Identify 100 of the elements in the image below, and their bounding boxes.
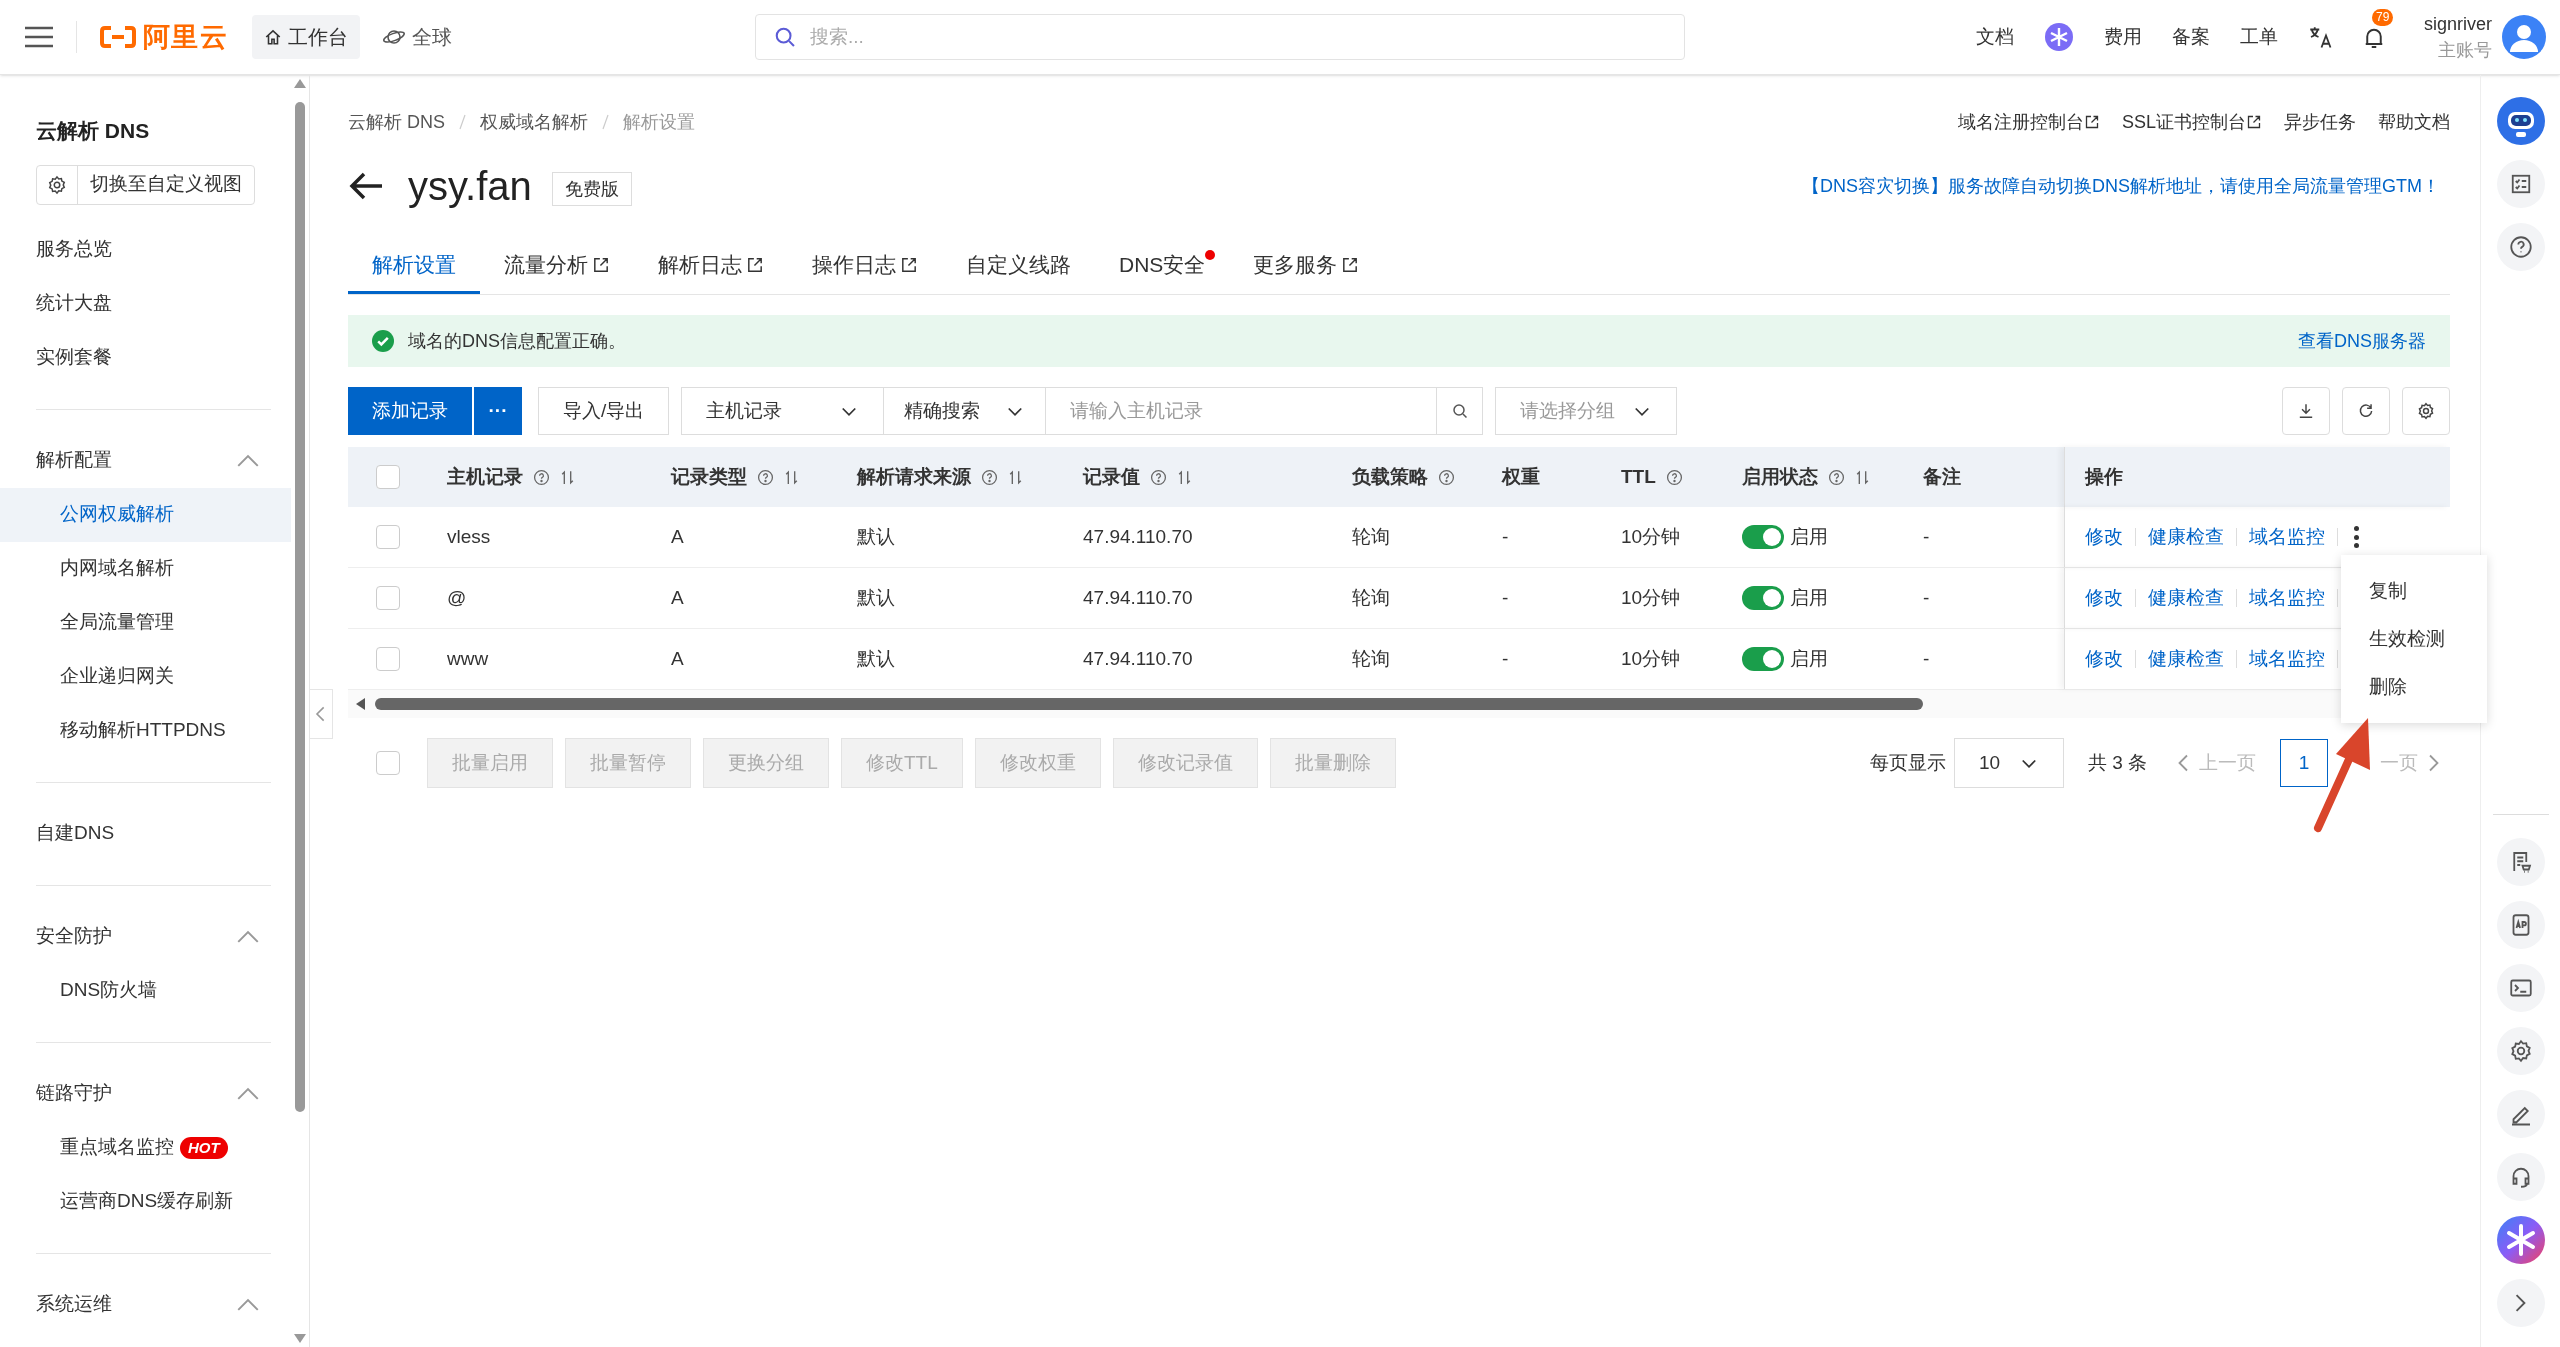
nav-button[interactable]: 全球: [370, 15, 465, 59]
help-icon: [981, 468, 998, 486]
toggle-switch[interactable]: [1742, 525, 1784, 549]
toggle-switch[interactable]: [1742, 647, 1784, 671]
search-input[interactable]: 搜索...: [810, 22, 1666, 52]
topbar-link[interactable]: 文档: [1975, 22, 2014, 52]
page-button[interactable]: 1: [2280, 739, 2328, 787]
tab[interactable]: 自定义线路: [942, 238, 1095, 294]
refresh-button[interactable]: [2342, 387, 2390, 435]
download-icon: [2297, 402, 2315, 420]
sidebar-group-header[interactable]: 链路守护: [0, 1066, 291, 1121]
row-action-link[interactable]: 修改: [2085, 522, 2123, 552]
nav-button[interactable]: 工作台: [252, 15, 361, 59]
sidebar-group-header[interactable]: 解析配置: [0, 433, 291, 488]
sidebar-group-header[interactable]: 安全防护: [0, 909, 291, 964]
checkbox[interactable]: [375, 647, 400, 671]
per-page-label: 每页显示: [1869, 750, 1946, 775]
topbar-link[interactable]: 费用: [2103, 22, 2142, 52]
topbar-link[interactable]: 备案: [2171, 22, 2210, 52]
sparkle-app-icon[interactable]: [2496, 1216, 2545, 1264]
row-action-link[interactable]: 修改: [2085, 583, 2123, 613]
menu-item[interactable]: 生效检测: [2341, 615, 2487, 663]
add-record-button[interactable]: 添加记录: [348, 387, 472, 435]
notice-link[interactable]: 【DNS容灾切换】服务故障自动切换DNS解析地址，请使用全局流量管理GTM！: [1802, 172, 2450, 200]
app-button[interactable]: [2496, 901, 2545, 949]
sidebar-group-header[interactable]: 系统运维: [0, 1277, 291, 1332]
row-action-link[interactable]: 修改: [2085, 644, 2123, 674]
sparkle-icon[interactable]: [2043, 22, 2074, 52]
breadcrumb-link[interactable]: 云解析 DNS: [348, 108, 445, 136]
row-action-link[interactable]: 域名监控: [2249, 644, 2325, 674]
toggle-switch[interactable]: [1742, 586, 1784, 610]
checkbox[interactable]: [375, 586, 400, 610]
row-action-link[interactable]: 健康检查: [2148, 644, 2224, 674]
logo-icon[interactable]: [99, 25, 137, 49]
sidebar-item[interactable]: 企业递归网关: [0, 649, 291, 704]
edit-button[interactable]: [2496, 1090, 2545, 1138]
sort-icon[interactable]: [560, 468, 575, 486]
more-button[interactable]: ···: [474, 387, 522, 435]
chevron-left-icon: [315, 706, 327, 722]
sidebar-item[interactable]: 移动解析HTTPDNS: [0, 703, 291, 758]
robot-assistant-icon[interactable]: [2496, 97, 2545, 145]
support-button[interactable]: [2496, 1153, 2545, 1201]
header-link[interactable]: 帮助文档: [2378, 108, 2450, 136]
tab[interactable]: 操作日志: [788, 238, 942, 294]
row-action-link[interactable]: 健康检查: [2148, 522, 2224, 552]
table-cell-text: 47.94.110.70: [1083, 524, 1193, 549]
username[interactable]: signriver: [2423, 11, 2492, 37]
terminal-button[interactable]: [2496, 964, 2545, 1012]
sidebar-item[interactable]: 公网权威解析: [0, 487, 291, 542]
tab[interactable]: 解析日志: [634, 238, 788, 294]
sort-icon[interactable]: [784, 468, 799, 486]
translate-icon[interactable]: [2307, 25, 2332, 49]
help-button[interactable]: [2496, 223, 2545, 271]
row-action-link[interactable]: 域名监控: [2249, 522, 2325, 552]
tab[interactable]: 解析设置: [348, 238, 480, 294]
per-page-select[interactable]: 10: [1953, 738, 2064, 788]
import-export-button[interactable]: 导入/导出: [538, 387, 670, 435]
checklist-button[interactable]: [2496, 160, 2545, 208]
table-cell-text: 默认: [857, 585, 895, 610]
checkbox[interactable]: [375, 525, 400, 549]
topbar-link[interactable]: 工单: [2239, 22, 2278, 52]
cart-button[interactable]: [2496, 838, 2545, 886]
sidebar-item[interactable]: 重点域名监控 HOT: [0, 1120, 291, 1175]
header-link[interactable]: 域名注册控制台: [1957, 108, 2100, 136]
row-action-link[interactable]: 健康检查: [2148, 583, 2224, 613]
header-link[interactable]: SSL证书控制台: [2121, 108, 2262, 136]
breadcrumb-link[interactable]: 权威域名解析: [480, 108, 588, 136]
table-cell-text: www: [447, 646, 489, 671]
sort-icon[interactable]: [1177, 468, 1192, 486]
sidebar-item[interactable]: 实例套餐: [0, 330, 291, 385]
settings-icon: [2417, 402, 2435, 420]
custom-view-button[interactable]: 切换至自定义视图: [36, 164, 255, 205]
avatar-icon[interactable]: [2502, 15, 2546, 59]
sort-icon[interactable]: [1855, 468, 1870, 486]
checkbox[interactable]: [375, 751, 400, 775]
tab[interactable]: 流量分析: [480, 238, 634, 294]
header-link[interactable]: 异步任务: [2284, 108, 2356, 136]
sidebar-item[interactable]: 运营商DNS缓存刷新: [0, 1174, 291, 1229]
sort-icon[interactable]: [1008, 468, 1023, 486]
table-settings-button[interactable]: [2402, 387, 2450, 435]
alert-link[interactable]: 查看DNS服务器: [2298, 327, 2426, 355]
menu-item[interactable]: 删除: [2341, 663, 2487, 711]
menu-icon[interactable]: [24, 25, 54, 49]
sidebar-item[interactable]: 统计大盘: [0, 276, 291, 331]
column-header: 主机记录: [427, 447, 651, 507]
menu-item[interactable]: 复制: [2341, 567, 2487, 615]
row-action-link[interactable]: 域名监控: [2249, 583, 2325, 613]
sidebar-item[interactable]: 服务总览: [0, 222, 291, 277]
tab[interactable]: 更多服务: [1229, 238, 1384, 294]
sidebar-item[interactable]: 全局流量管理: [0, 595, 291, 650]
search-field[interactable]: 搜索...: [755, 14, 1685, 60]
sidebar-item[interactable]: 内网域名解析: [0, 541, 291, 596]
tab[interactable]: DNS安全: [1095, 238, 1230, 294]
checkbox[interactable]: [375, 465, 400, 489]
sidebar-item[interactable]: DNS防火墙: [0, 963, 291, 1018]
sidebar-item[interactable]: 自建DNS: [0, 806, 291, 861]
table-cell-text: 轮询: [1352, 524, 1390, 549]
settings-button[interactable]: [2496, 1027, 2545, 1075]
download-button[interactable]: [2282, 387, 2330, 435]
alert-message: 域名的DNS信息配置正确。: [408, 329, 626, 353]
